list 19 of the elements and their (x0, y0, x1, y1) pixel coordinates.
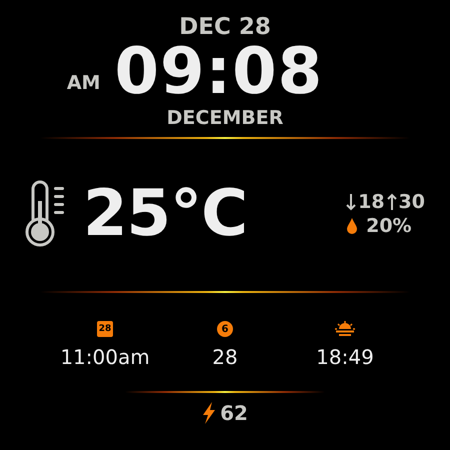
time-display: 09:08 (114, 38, 324, 106)
month-label: DECEMBER (166, 107, 284, 129)
up-arrow-icon (386, 193, 397, 211)
temperature-value: 25°C (83, 177, 248, 251)
complication-value: 11:00am (60, 345, 150, 369)
complication-value: 18:49 (316, 345, 374, 369)
lightning-icon (202, 402, 216, 424)
notification-badge: 6 (217, 321, 233, 337)
rain-chance: 20% (366, 215, 412, 237)
sunset-icon (335, 321, 355, 337)
meridiem-label: AM (66, 72, 100, 94)
battery-value: 62 (220, 401, 248, 425)
high-temperature: 30 (398, 191, 425, 213)
low-temperature: 18 (358, 191, 385, 213)
complication-value: 28 (212, 345, 238, 369)
date-label: DEC 28 (179, 14, 271, 40)
raindrop-icon (346, 217, 358, 235)
calendar-icon: 28 (97, 321, 113, 337)
down-arrow-icon (346, 193, 356, 211)
